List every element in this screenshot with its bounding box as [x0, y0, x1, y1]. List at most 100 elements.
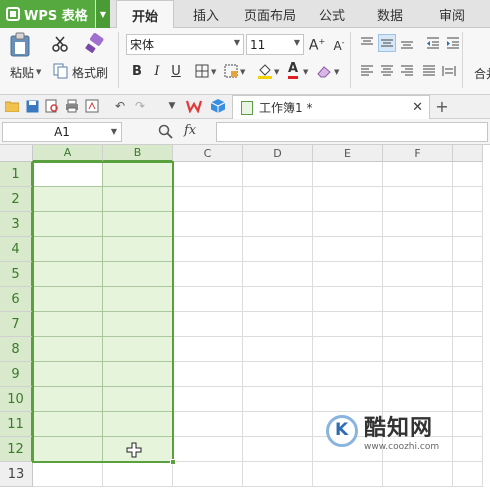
cell-a4[interactable]	[33, 237, 103, 262]
column-header-a[interactable]: A	[33, 145, 103, 162]
cell-e10[interactable]	[313, 387, 383, 412]
copy-button[interactable]	[51, 62, 69, 80]
cell-f1[interactable]	[383, 162, 453, 187]
cell-d7[interactable]	[243, 312, 313, 337]
formula-input[interactable]	[216, 122, 488, 142]
cell-e2[interactable]	[313, 187, 383, 212]
cell-c6[interactable]	[173, 287, 243, 312]
cell-d2[interactable]	[243, 187, 313, 212]
italic-button[interactable]: I	[148, 62, 166, 80]
cell-f3[interactable]	[383, 212, 453, 237]
print-preview-button[interactable]	[44, 98, 60, 114]
cell-b6[interactable]	[103, 287, 173, 312]
cell-b5[interactable]	[103, 262, 173, 287]
cell-b9[interactable]	[103, 362, 173, 387]
cell-b3[interactable]	[103, 212, 173, 237]
name-box[interactable]: A1 ▼	[2, 122, 122, 142]
cell-e13[interactable]	[313, 462, 383, 487]
cell-c1[interactable]	[173, 162, 243, 187]
new-tab-button[interactable]: +	[434, 97, 450, 116]
fill-handle[interactable]	[170, 459, 176, 465]
app-menu-dropdown-icon[interactable]: ▼	[96, 0, 110, 28]
cell-f13[interactable]	[383, 462, 453, 487]
cell-e3[interactable]	[313, 212, 383, 237]
justify-button[interactable]	[420, 62, 438, 80]
cell-a8[interactable]	[33, 337, 103, 362]
increase-indent-button[interactable]	[444, 34, 462, 52]
print-button[interactable]	[64, 98, 80, 114]
row-header-10[interactable]: 10	[0, 387, 33, 412]
cell-c9[interactable]	[173, 362, 243, 387]
row-header-11[interactable]: 11	[0, 412, 33, 437]
borders-button[interactable]	[193, 62, 211, 80]
customize-toolbar-button[interactable]: ▼	[164, 98, 180, 114]
cell-c12[interactable]	[173, 437, 243, 462]
cell-c13[interactable]	[173, 462, 243, 487]
cell-b10[interactable]	[103, 387, 173, 412]
fill-color-button[interactable]	[256, 62, 274, 80]
cell-style-button[interactable]	[222, 62, 240, 80]
tab-formulas[interactable]: 公式	[310, 0, 354, 28]
cell-d3[interactable]	[243, 212, 313, 237]
cell-a9[interactable]	[33, 362, 103, 387]
cell-g4[interactable]	[453, 237, 483, 262]
cell-a10[interactable]	[33, 387, 103, 412]
cell-c11[interactable]	[173, 412, 243, 437]
cell-c7[interactable]	[173, 312, 243, 337]
cell-c5[interactable]	[173, 262, 243, 287]
cell-e1[interactable]	[313, 162, 383, 187]
cell-g7[interactable]	[453, 312, 483, 337]
cell-a2[interactable]	[33, 187, 103, 212]
cell-b4[interactable]	[103, 237, 173, 262]
row-header-8[interactable]: 8	[0, 337, 33, 362]
select-all-corner[interactable]	[0, 145, 33, 162]
export-pdf-button[interactable]	[84, 98, 100, 114]
cell-d8[interactable]	[243, 337, 313, 362]
cell-b11[interactable]	[103, 412, 173, 437]
cell-d4[interactable]	[243, 237, 313, 262]
cell-a7[interactable]	[33, 312, 103, 337]
cell-a11[interactable]	[33, 412, 103, 437]
open-folder-button[interactable]	[4, 98, 20, 114]
bold-button[interactable]: B	[128, 62, 146, 80]
cell-g12[interactable]	[453, 437, 483, 462]
align-middle-button[interactable]	[378, 34, 396, 52]
cell-a1[interactable]	[33, 162, 103, 187]
cell-d1[interactable]	[243, 162, 313, 187]
document-tab[interactable]: 工作簿1 * ✕	[232, 95, 430, 119]
cell-g10[interactable]	[453, 387, 483, 412]
cell-a13[interactable]	[33, 462, 103, 487]
column-header-d[interactable]: D	[243, 145, 313, 162]
cell-e4[interactable]	[313, 237, 383, 262]
wps-home-button[interactable]	[186, 98, 202, 114]
cell-c4[interactable]	[173, 237, 243, 262]
underline-button[interactable]: U	[167, 62, 185, 80]
decrease-font-button[interactable]: A-	[330, 36, 348, 54]
cell-a5[interactable]	[33, 262, 103, 287]
cell-f7[interactable]	[383, 312, 453, 337]
cell-f8[interactable]	[383, 337, 453, 362]
row-header-5[interactable]: 5	[0, 262, 33, 287]
cell-b7[interactable]	[103, 312, 173, 337]
tab-insert[interactable]: 插入	[184, 0, 228, 28]
cell-c3[interactable]	[173, 212, 243, 237]
cell-b13[interactable]	[103, 462, 173, 487]
column-header-c[interactable]: C	[173, 145, 243, 162]
cell-g1[interactable]	[453, 162, 483, 187]
cell-b8[interactable]	[103, 337, 173, 362]
cell-c10[interactable]	[173, 387, 243, 412]
close-icon[interactable]: ✕	[412, 100, 423, 115]
fill-color-dropdown-icon[interactable]: ▼	[274, 68, 279, 76]
cell-c2[interactable]	[173, 187, 243, 212]
zoom-search-button[interactable]	[158, 124, 174, 143]
chevron-down-icon[interactable]: ▼	[111, 127, 117, 136]
cell-d13[interactable]	[243, 462, 313, 487]
cell-d9[interactable]	[243, 362, 313, 387]
row-header-3[interactable]: 3	[0, 212, 33, 237]
row-header-12[interactable]: 12	[0, 437, 33, 462]
row-header-7[interactable]: 7	[0, 312, 33, 337]
cell-f2[interactable]	[383, 187, 453, 212]
cell-e5[interactable]	[313, 262, 383, 287]
cell-g2[interactable]	[453, 187, 483, 212]
cell-g13[interactable]	[453, 462, 483, 487]
